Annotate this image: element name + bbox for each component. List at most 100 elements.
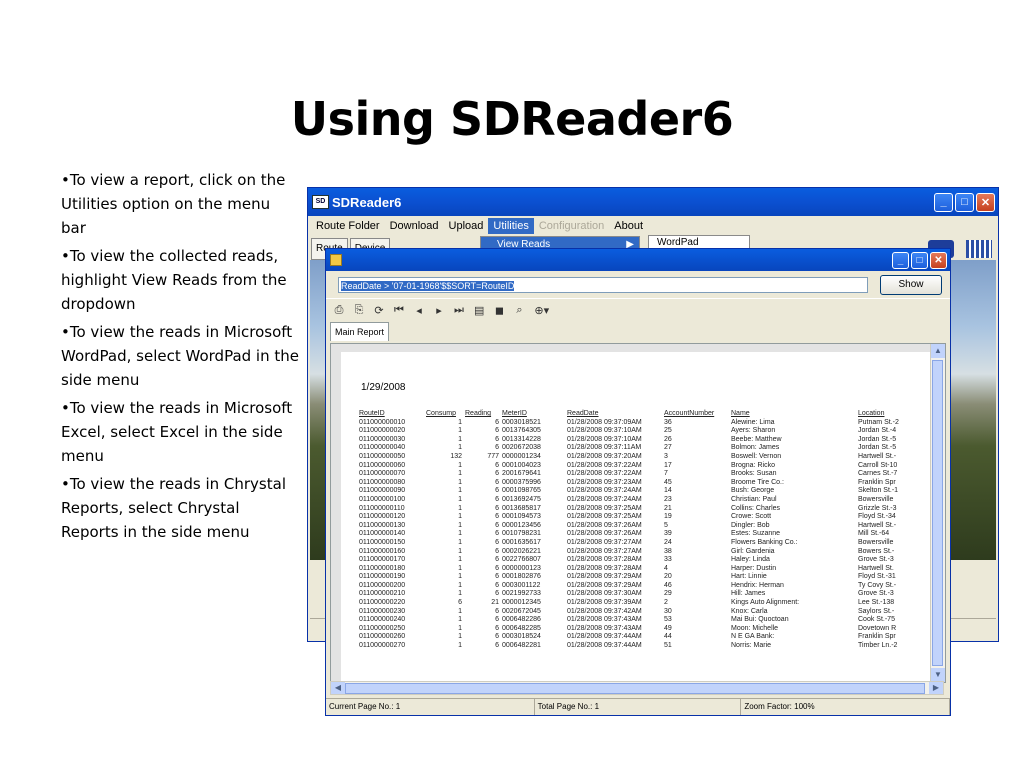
table-cell: 0001635617: [502, 538, 541, 546]
table-row: 011000000080 1 6 0000375996 01/28/2008 09:37…: [359, 479, 913, 488]
table-cell: 01/28/2008 09:37:27AM: [567, 547, 642, 555]
table-cell: 011000000210: [359, 590, 406, 598]
table-cell: 01/28/2008 09:37:25AM: [567, 504, 642, 512]
table-cell: 1: [458, 504, 462, 512]
next-page-icon[interactable]: ▸: [434, 304, 444, 317]
table-row: 011000000260 1 6 0003018524 01/28/2008 09:37…: [359, 633, 913, 642]
vertical-scroll-thumb[interactable]: [932, 360, 943, 666]
table-cell: Girl: Gardenia: [731, 547, 775, 555]
minimize-button[interactable]: _: [934, 192, 953, 212]
zoom-icon[interactable]: ⊕▾: [534, 304, 549, 317]
search-icon[interactable]: ⌕: [514, 304, 524, 317]
table-cell: 0013692475: [502, 495, 541, 503]
refresh-icon[interactable]: ⟳: [374, 304, 384, 317]
table-cell: 46: [664, 581, 672, 589]
table-cell: 01/28/2008 09:37:09AM: [567, 418, 642, 426]
maximize-button[interactable]: □: [955, 192, 974, 212]
table-cell: 0000123456: [502, 521, 541, 529]
export-icon[interactable]: ⎙: [334, 304, 344, 317]
table-cell: 01/28/2008 09:37:26AM: [567, 521, 642, 529]
previous-page-icon[interactable]: ◂: [414, 304, 424, 317]
table-cell: 36: [664, 418, 672, 426]
report-toolbar: ⎙ ⎘ ⟳ ⏮ ◂ ▸ ⏭ ▤ ◼ ⌕ ⊕▾: [326, 298, 950, 321]
table-cell: 6: [495, 624, 499, 632]
table-cell: 17: [664, 461, 672, 469]
filter-input[interactable]: ReadDate > '07-01-1968'$$SORT=RouteID: [338, 276, 868, 293]
horizontal-scroll-thumb[interactable]: [345, 683, 925, 694]
menu-route-folder[interactable]: Route Folder: [311, 218, 385, 234]
table-cell: 51: [664, 642, 672, 650]
scroll-left-icon[interactable]: ◀: [331, 682, 345, 694]
scroll-down-icon[interactable]: ▼: [931, 668, 945, 682]
table-cell: Flowers Banking Co.:: [731, 538, 798, 546]
table-cell: 01/28/2008 09:37:24AM: [567, 495, 642, 503]
last-page-icon[interactable]: ⏭: [454, 304, 464, 317]
table-cell: 6: [495, 547, 499, 555]
table-cell: 6: [458, 599, 462, 607]
table-cell: Broome Tire Co.:: [731, 478, 784, 486]
report-page: 1/29/2008 RouteID Consump Reading MeterI…: [341, 352, 931, 682]
scroll-right-icon[interactable]: ▶: [929, 682, 943, 694]
tab-main-report[interactable]: Main Report: [330, 322, 390, 341]
stop-icon[interactable]: ◼: [494, 304, 504, 317]
col-name: Name: [731, 410, 750, 417]
table-cell: Kings Auto Alignment:: [731, 599, 800, 607]
table-cell: 132: [450, 452, 462, 460]
close-button[interactable]: ✕: [976, 192, 995, 212]
table-row: 011000000240 1 6 0006482286 01/28/2008 09:37…: [359, 616, 913, 625]
goto-page-icon[interactable]: ▤: [474, 304, 484, 317]
menu-configuration[interactable]: Configuration: [534, 218, 609, 234]
table-cell: 27: [664, 444, 672, 452]
bullet-item: •To view a report, click on the Utilitie…: [61, 171, 286, 237]
table-cell: 0000012345: [502, 599, 541, 607]
table-cell: 0001004023: [502, 461, 541, 469]
table-cell: 0003018524: [502, 633, 541, 641]
print-icon[interactable]: ⎘: [354, 304, 364, 317]
table-cell: 2: [664, 599, 668, 607]
table-cell: 6: [495, 538, 499, 546]
table-cell: 6: [495, 521, 499, 529]
table-cell: Skelton St.-1: [858, 487, 899, 495]
table-cell: Brogna: Ricko: [731, 461, 775, 469]
table-cell: 011000000260: [359, 633, 406, 641]
table-cell: Hendrix: Herman: [731, 581, 784, 589]
table-cell: 01/28/2008 09:37:10AM: [567, 435, 642, 443]
table-row: 011000000090 1 6 0001098765 01/28/2008 09:37…: [359, 487, 913, 496]
report-close-button[interactable]: ✕: [930, 251, 947, 269]
table-cell: 45: [664, 478, 672, 486]
table-cell: 0001098765: [502, 487, 541, 495]
table-cell: 1: [458, 616, 462, 624]
table-cell: 011000000060: [359, 461, 406, 469]
table-cell: Ty Covy St.-: [858, 581, 897, 589]
menu-utilities[interactable]: Utilities: [488, 218, 534, 234]
table-cell: 6: [495, 435, 499, 443]
table-cell: Saylors St.-: [858, 607, 895, 615]
tab-row: Main Report: [326, 321, 950, 341]
table-row: 011000000170 1 6 0022766807 01/28/2008 09:37…: [359, 556, 913, 565]
table-cell: 01/28/2008 09:37:24AM: [567, 487, 642, 495]
table-cell: Hartwell St.-: [858, 521, 897, 529]
table-cell: Estes: Suzanne: [731, 530, 781, 538]
show-button[interactable]: Show: [880, 274, 942, 295]
table-cell: 0006482281: [502, 642, 541, 650]
table-cell: 53: [664, 616, 672, 624]
table-cell: Bolmon: James: [731, 444, 780, 452]
table-cell: Mill St.-64: [858, 530, 890, 538]
vertical-scrollbar[interactable]: ▲ ▼: [930, 344, 945, 682]
table-cell: 01/28/2008 09:37:28AM: [567, 556, 642, 564]
menu-upload[interactable]: Upload: [444, 218, 489, 234]
table-row: 011000000150 1 6 0001635617 01/28/2008 09:37…: [359, 539, 913, 548]
table-row: 011000000210 1 6 0021992733 01/28/2008 09:37…: [359, 590, 913, 599]
table-cell: 011000000190: [359, 573, 406, 581]
horizontal-scrollbar[interactable]: ◀ ▶: [330, 681, 944, 695]
scroll-up-icon[interactable]: ▲: [931, 344, 945, 358]
menu-download[interactable]: Download: [385, 218, 444, 234]
menu-about[interactable]: About: [609, 218, 648, 234]
table-cell: 6: [495, 495, 499, 503]
table-cell: Mai Bui: Quoctoan: [731, 616, 789, 624]
table-cell: 1: [458, 418, 462, 426]
report-maximize-button[interactable]: □: [911, 251, 928, 269]
first-page-icon[interactable]: ⏮: [394, 304, 404, 317]
table-cell: 1: [458, 590, 462, 598]
report-minimize-button[interactable]: _: [892, 251, 909, 269]
